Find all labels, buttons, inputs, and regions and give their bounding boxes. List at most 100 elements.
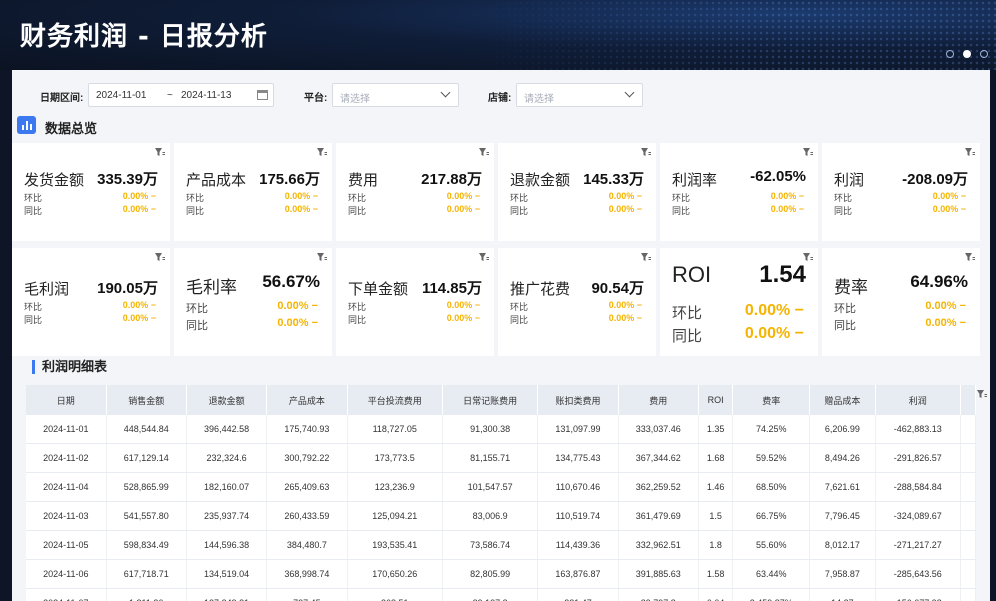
table-cell: 125,094.21 [347, 501, 443, 531]
table-cell: 2024-11-07 [26, 588, 107, 601]
metric-value: 1.54 [759, 261, 806, 288]
chevron-down-icon [624, 87, 635, 98]
filter-icon[interactable] [317, 148, 327, 157]
metric-name: 毛利率 [186, 278, 237, 297]
yoy-value: 0.00% − [446, 204, 480, 214]
filter-icon[interactable] [641, 253, 651, 262]
table-cell: 1.58 [698, 559, 734, 589]
date-end[interactable]: 2024-11-13 [181, 90, 231, 101]
filter-icon[interactable] [641, 148, 651, 157]
table-cell: 29,797.8 [618, 588, 699, 601]
yoy-value: 0.00% − [932, 204, 966, 214]
table-cell: 193,535.41 [347, 530, 443, 560]
filter-icon[interactable] [155, 148, 165, 157]
table-cell-spacer [960, 501, 976, 531]
table-row[interactable]: 2024-11-06 617,718.71 134,519.04 368,998.74… [26, 559, 976, 589]
column-header[interactable]: 退款金额 [186, 385, 268, 415]
filter-icon[interactable] [803, 148, 813, 157]
metric-card: 发货金额 335.39万 环比 0.00% − 同比 0.00% − [12, 143, 170, 241]
metric-card: 退款金额 145.33万 环比 0.00% − 同比 0.00% − [498, 143, 656, 241]
column-header[interactable]: 费率 [732, 385, 811, 415]
table-cell-spacer [960, 415, 976, 444]
table-cell-spacer [960, 443, 976, 473]
mom-value: 0.00% − [284, 191, 318, 201]
filter-icon[interactable] [479, 253, 489, 262]
table-row[interactable]: 2024-11-05 598,834.49 144,596.38 384,480.7 1… [26, 530, 976, 560]
column-header[interactable]: 平台投流费用 [347, 385, 443, 415]
mom-value: 0.00% − [608, 300, 642, 310]
table-cell: 260,433.59 [266, 501, 348, 531]
filter-icon[interactable] [479, 148, 489, 157]
date-range-picker[interactable]: 2024-11-01 ~ 2024-11-13 [88, 83, 274, 107]
filter-icon[interactable] [965, 148, 975, 157]
table-cell: 101,547.57 [442, 472, 539, 502]
metric-card: 利润率 -62.05% 环比 0.00% − 同比 0.00% − [660, 143, 818, 241]
mom-value: 0.00% − [122, 191, 156, 201]
mom-label: 环比 [348, 193, 367, 203]
metric-name: 利润率 [672, 172, 718, 189]
metric-value: 64.96% [910, 272, 968, 291]
metric-value: 90.54万 [591, 280, 644, 297]
column-header[interactable]: ROI [698, 385, 734, 415]
yoy-value: 0.00% − [277, 317, 318, 329]
page-dot-3[interactable] [980, 50, 988, 58]
yoy-label: 同比 [186, 206, 205, 216]
mom-value: 0.00% − [446, 191, 480, 201]
yoy-label: 同比 [24, 206, 43, 216]
filter-icon[interactable] [317, 253, 327, 262]
yoy-value: 0.00% − [608, 313, 642, 323]
filter-icon[interactable] [155, 253, 165, 262]
column-header[interactable]: 日期 [26, 385, 107, 415]
table-row[interactable]: 2024-11-04 528,865.99 182,160.07 265,409.63… [26, 472, 976, 502]
table-cell: 2024-11-06 [26, 559, 107, 589]
column-header[interactable]: 费用 [618, 385, 699, 415]
column-header[interactable]: 日常记账费用 [442, 385, 539, 415]
column-header[interactable]: 赠品成本 [809, 385, 876, 415]
date-start[interactable]: 2024-11-01 [96, 90, 146, 101]
table-row[interactable]: 2024-11-071,211.36127,349.81727.45368.51… [26, 588, 976, 601]
column-header[interactable]: 产品成本 [266, 385, 348, 415]
page-dot-2[interactable] [963, 50, 971, 58]
column-header[interactable]: 销售金额 [106, 385, 187, 415]
metric-value: 114.85万 [421, 280, 482, 297]
metric-card: 下单金额 114.85万 环比 0.00% − 同比 0.00% − [336, 248, 494, 356]
table-row[interactable]: 2024-11-01 448,544.84 396,442.58 175,740.93… [26, 415, 976, 444]
metric-value: 217.88万 [421, 171, 482, 188]
table-cell: 7,958.87 [809, 559, 876, 589]
table-cell: 91,300.38 [442, 415, 539, 444]
metric-card: ROI 1.54 环比 0.00% − 同比 0.00% − [660, 248, 818, 356]
mom-value: 0.00% − [932, 191, 966, 201]
table-row[interactable]: 2024-11-02 617,129.14 232,324.6 300,792.22 1… [26, 443, 976, 473]
metric-name: 费率 [834, 278, 868, 297]
table-cell: -156,677.98 [875, 588, 962, 601]
page-dot-1[interactable] [946, 50, 954, 58]
column-header[interactable]: 利润 [875, 385, 962, 415]
platform-select[interactable]: 请选择 [332, 83, 459, 107]
table-cell: 74.25% [732, 415, 811, 444]
table-cell: 2024-11-02 [26, 443, 107, 473]
overview-title: 数据总览 [45, 121, 98, 136]
filter-icon[interactable] [965, 253, 975, 262]
table-cell: -288,584.84 [875, 472, 962, 502]
table-cell: 29,137.3 [442, 588, 539, 601]
shop-select[interactable]: 请选择 [516, 83, 643, 107]
shop-label: 店铺: [488, 93, 512, 104]
table-cell-spacer [960, 559, 976, 589]
table-cell: 362,259.52 [618, 472, 699, 502]
table-cell: 110,519.74 [537, 501, 619, 531]
main-panel: 日期区间: 2024-11-01 ~ 2024-11-13 平台: 请选择 店铺… [12, 70, 990, 601]
mom-value: 0.00% − [770, 191, 804, 201]
yoy-value: 0.00% − [925, 317, 966, 329]
table-cell: 173,773.5 [347, 443, 443, 473]
metric-name: 利润 [834, 172, 865, 189]
table-cell: 144,596.38 [186, 530, 268, 560]
metric-value: 56.67% [262, 272, 320, 291]
table-cell: 367,344.62 [618, 443, 699, 473]
calendar-icon[interactable] [257, 90, 268, 100]
table-row[interactable]: 2024-11-03 541,557.80 235,937.74 260,433.59… [26, 501, 976, 531]
table-cell: 59.52% [732, 443, 811, 473]
table-filter-icon[interactable] [977, 390, 987, 399]
table-cell: 2024-11-04 [26, 472, 107, 502]
column-header[interactable]: 账扣类费用 [537, 385, 619, 415]
yoy-label: 同比 [672, 206, 691, 216]
